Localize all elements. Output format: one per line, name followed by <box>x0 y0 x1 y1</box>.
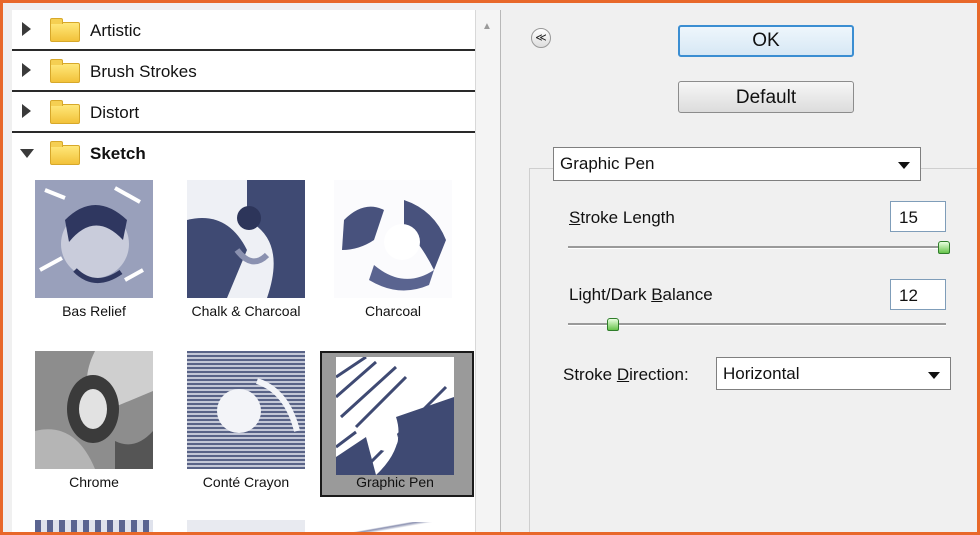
stroke-direction-select[interactable]: Horizontal <box>716 357 951 390</box>
expand-arrow-icon[interactable] <box>22 104 31 118</box>
thumbnail-partial[interactable] <box>342 522 452 532</box>
thumbnail-partial[interactable] <box>187 520 305 532</box>
filter-select[interactable]: Graphic Pen <box>553 147 921 181</box>
filter-gallery-window: Artistic Brush Strokes Distort Sketch Ba… <box>0 0 980 535</box>
stroke-direction-value: Horizontal <box>723 364 800 383</box>
scroll-up-icon[interactable]: ▲ <box>482 21 492 32</box>
collapse-double-chevron-icon[interactable]: ≪ <box>531 28 551 48</box>
conte-crayon-thumbnail[interactable] <box>187 351 305 469</box>
category-sketch[interactable]: Sketch <box>12 133 475 172</box>
category-label: Artistic <box>90 21 141 40</box>
expand-arrow-icon[interactable] <box>22 63 31 77</box>
thumbnail-label: Chalk & Charcoal <box>191 303 301 319</box>
filter-select-value: Graphic Pen <box>560 154 655 173</box>
thumbnail-label: Charcoal <box>364 303 422 319</box>
stroke-length-label: Stroke Length <box>569 208 675 227</box>
balance-input[interactable]: 12 <box>890 279 946 310</box>
stroke-length-slider-handle[interactable] <box>938 241 950 254</box>
balance-slider-track[interactable] <box>568 323 946 326</box>
thumbnail-label: Conté Crayon <box>202 474 290 490</box>
chrome-thumbnail[interactable] <box>35 351 153 469</box>
thumbnail-label: Chrome <box>69 474 119 490</box>
thumbnail-label: Bas Relief <box>62 303 126 319</box>
scrollbar[interactable]: ▲ <box>475 10 500 532</box>
category-label: Brush Strokes <box>90 62 197 81</box>
folder-icon <box>50 59 80 83</box>
dropdown-arrow-icon <box>898 162 910 169</box>
balance-label: Light/Dark Balance <box>569 285 713 304</box>
settings-panel: ≪ OK Default Graphic Pen Stroke Length 1… <box>501 3 977 532</box>
chalk-charcoal-thumbnail[interactable] <box>187 180 305 298</box>
charcoal-thumbnail[interactable] <box>334 180 452 298</box>
stroke-length-slider-track[interactable] <box>568 246 946 249</box>
category-label: Distort <box>90 103 140 122</box>
folder-icon <box>50 18 80 42</box>
folder-icon <box>50 100 80 124</box>
collapse-arrow-icon[interactable] <box>20 149 34 158</box>
thumbnail-partial[interactable] <box>35 520 153 532</box>
filter-list-panel: Artistic Brush Strokes Distort Sketch Ba… <box>12 10 501 532</box>
ok-button[interactable]: OK <box>678 25 854 57</box>
category-artistic[interactable]: Artistic <box>12 10 475 51</box>
bas-relief-thumbnail[interactable] <box>35 180 153 298</box>
folder-icon <box>50 141 80 165</box>
dropdown-arrow-icon <box>928 372 940 379</box>
expand-arrow-icon[interactable] <box>22 22 31 36</box>
stroke-length-input[interactable]: 15 <box>890 201 946 232</box>
category-distort[interactable]: Distort <box>12 92 475 133</box>
default-button[interactable]: Default <box>678 81 854 113</box>
category-label: Sketch <box>90 144 146 163</box>
thumbnail-label: Graphic Pen <box>356 474 434 490</box>
balance-slider-handle[interactable] <box>607 318 620 331</box>
category-brush-strokes[interactable]: Brush Strokes <box>12 51 475 92</box>
stroke-direction-label: Stroke Direction: <box>563 365 689 384</box>
graphic-pen-thumbnail[interactable] <box>336 357 454 475</box>
